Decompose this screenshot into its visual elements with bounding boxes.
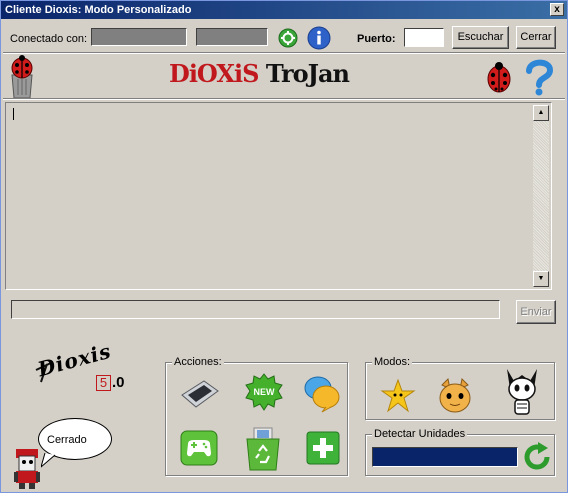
main-window: Cliente Dioxis: Modo Personalizado x Con…	[0, 0, 568, 493]
port-label: Puerto:	[357, 33, 396, 45]
logo-part1: DiOXiS	[169, 59, 259, 88]
drives-progress-bar	[372, 447, 518, 467]
trash-bug-icon[interactable]	[6, 55, 38, 99]
close-icon[interactable]: x	[550, 3, 564, 16]
mascot-icon	[11, 448, 45, 490]
keyboard-icon[interactable]	[180, 375, 220, 409]
ladybug-icon[interactable]	[486, 61, 512, 93]
drives-group: Detectar Unidades	[365, 428, 555, 476]
brand-version-major: 5	[96, 375, 111, 391]
recycle-bin-icon[interactable]	[242, 427, 284, 471]
new-icon[interactable]: NEW	[244, 373, 284, 411]
scroll-up-button[interactable]: ▲	[533, 105, 549, 121]
listen-button[interactable]: Escuchar	[452, 26, 509, 49]
divider	[3, 98, 565, 100]
modes-legend: Modos:	[372, 356, 413, 368]
send-button[interactable]: Enviar	[516, 300, 556, 324]
help-icon[interactable]	[524, 58, 554, 96]
cat-face-icon[interactable]	[436, 377, 474, 415]
command-input[interactable]	[11, 300, 500, 319]
connected-ip-field	[196, 28, 268, 46]
title-bar: Cliente Dioxis: Modo Personalizado x	[1, 1, 567, 19]
drives-legend: Detectar Unidades	[372, 428, 468, 440]
port-input[interactable]	[404, 28, 444, 47]
modes-group: Modos:	[365, 356, 555, 420]
actions-legend: Acciones:	[172, 356, 224, 368]
window-title: Cliente Dioxis: Modo Personalizado	[5, 4, 192, 16]
console-scrollbar[interactable]: ▲ ▼	[533, 105, 549, 287]
star-icon[interactable]	[380, 378, 416, 413]
add-icon[interactable]	[306, 431, 340, 465]
scroll-down-button[interactable]: ▼	[533, 271, 549, 287]
console-output[interactable]: ▲ ▼	[5, 102, 552, 290]
gear-icon[interactable]	[278, 28, 298, 48]
status-text: Cerrado	[47, 434, 87, 446]
refresh-icon[interactable]	[521, 441, 553, 473]
chat-icon[interactable]	[302, 373, 342, 413]
actions-group: Acciones: NEW	[165, 356, 348, 476]
app-logo: DiOXiS TroJan	[169, 59, 359, 91]
connected-label: Conectado con:	[10, 33, 88, 45]
connected-host-field	[91, 28, 187, 46]
gamepad-icon[interactable]	[180, 429, 218, 467]
dioxis-logo: Dioxis 5 .0	[33, 334, 143, 398]
brand-version-minor: .0	[112, 374, 125, 391]
info-icon[interactable]	[307, 26, 331, 50]
text-caret	[13, 108, 14, 120]
ghost-icon[interactable]	[502, 367, 542, 417]
svg-text:NEW: NEW	[254, 387, 276, 397]
logo-part2: TroJan	[265, 59, 350, 88]
divider	[3, 52, 565, 54]
drives-progress-fill	[373, 448, 517, 466]
close-button[interactable]: Cerrar	[516, 26, 556, 49]
